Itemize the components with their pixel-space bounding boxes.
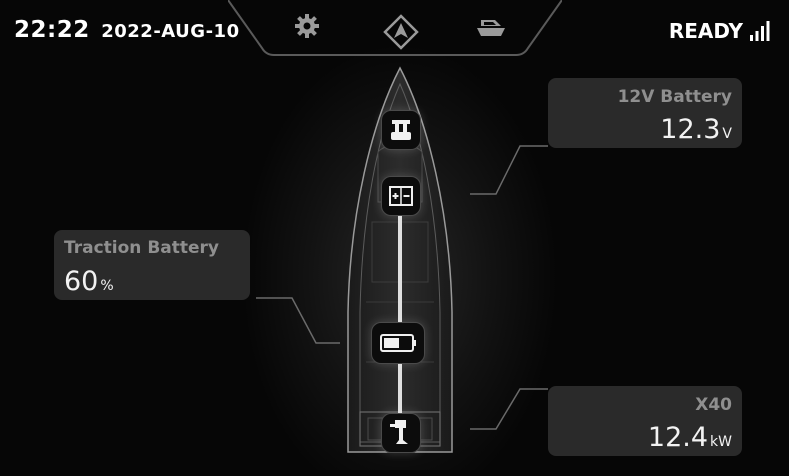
helm-seats-icon [391, 120, 411, 140]
traction-battery-label: Traction Battery [64, 238, 219, 258]
traction-battery-unit: % [100, 278, 114, 294]
12v-battery-unit: V [722, 126, 732, 142]
outboard-motor-icon [390, 420, 408, 444]
traction-battery-number: 60 [64, 266, 99, 297]
motor-power-unit: kW [710, 434, 732, 450]
plus-minus-battery-icon [389, 186, 413, 206]
traction-battery-value: 60% [64, 266, 114, 297]
traction-battery-card: Traction Battery 60% [54, 230, 250, 300]
12v-battery-card: 12V Battery 12.3 V [548, 78, 742, 148]
12v-battery-number: 12.3 [660, 114, 721, 145]
motor-power-number: 12.4 [647, 422, 709, 453]
motor-label: X40 [695, 395, 732, 415]
motor-card: X40 12.4 kW [548, 386, 742, 456]
traction-battery-node[interactable] [371, 322, 425, 364]
12v-battery-label: 12V Battery [617, 87, 732, 107]
12v-battery-node[interactable] [381, 176, 421, 216]
motor-node[interactable] [381, 413, 421, 453]
helm-node[interactable] [381, 110, 421, 150]
battery-level-icon [380, 334, 416, 352]
12v-battery-value: 12.3 V [660, 114, 732, 145]
motor-power-value: 12.4 kW [648, 422, 732, 453]
